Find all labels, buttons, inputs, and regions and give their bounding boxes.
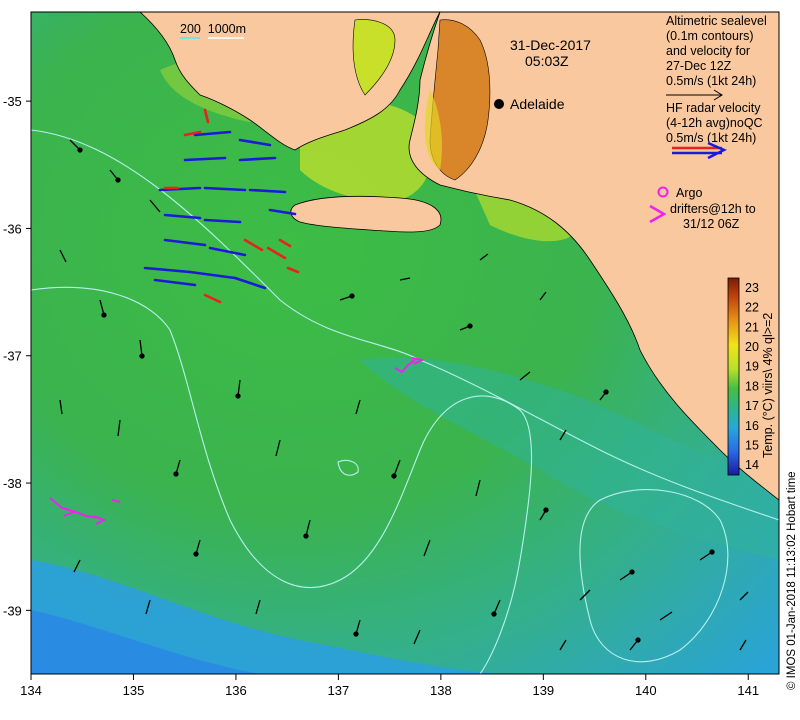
legend-hf-line-3: 0.5m/s (1kt 24h) bbox=[666, 131, 756, 145]
x-tick-label: 134 bbox=[20, 683, 42, 698]
y-tick-label: -38 bbox=[3, 476, 22, 491]
city-label: Adelaide bbox=[510, 96, 565, 112]
legend-hf-line-1: HF radar velocity bbox=[666, 101, 761, 115]
time-label: 05:03Z bbox=[525, 53, 569, 69]
credit-text: © IMOS 01-Jan-2018 11:13:02 Hobart time bbox=[786, 471, 798, 690]
colorbar-tick-label: 15 bbox=[745, 438, 759, 452]
adelaide-marker bbox=[494, 99, 504, 109]
legend-altimetric-line-3: and velocity for bbox=[666, 44, 750, 58]
x-tick-label: 138 bbox=[430, 683, 452, 698]
colorbar-gradient bbox=[727, 277, 740, 476]
colorbar-tick-label: 18 bbox=[745, 379, 759, 393]
x-tick-label: 135 bbox=[123, 683, 145, 698]
legend-altimetric-line-2: (0.1m contours) bbox=[666, 29, 754, 43]
legend-altimetric-line-4: 27-Dec 12Z bbox=[666, 59, 732, 73]
colorbar-tick-label: 20 bbox=[745, 340, 759, 354]
colorbar-label: Temp. (°C) viirs\ 4% ql>=2 bbox=[761, 313, 775, 458]
colorbar-tick-label: 21 bbox=[745, 320, 759, 334]
legend-altimetric-line-1: Altimetric sealevel bbox=[666, 14, 767, 28]
colorbar-tick-label: 14 bbox=[745, 458, 759, 472]
sst-map: Adelaide 31-Dec-2017 05:03Z 200 1000m Al… bbox=[3, 11, 798, 698]
y-tick-label: -37 bbox=[3, 349, 22, 364]
x-tick-label: 141 bbox=[737, 683, 759, 698]
y-tick-label: -39 bbox=[3, 603, 22, 618]
y-tick-label: -36 bbox=[3, 221, 22, 236]
date-label: 31-Dec-2017 bbox=[510, 37, 591, 53]
legend-hf-line-2: (4-12h avg)noQC bbox=[666, 116, 763, 130]
colorbar-tick-label: 17 bbox=[745, 399, 759, 413]
x-tick-label: 136 bbox=[225, 683, 247, 698]
contour-key-label: 200 1000m bbox=[180, 22, 246, 36]
legend-altimetric-line-5: 0.5m/s (1kt 24h) bbox=[666, 74, 756, 88]
x-tick-label: 140 bbox=[635, 683, 657, 698]
colorbar-tick-label: 16 bbox=[745, 419, 759, 433]
legend-argo-label: Argo bbox=[676, 186, 702, 200]
x-tick-label: 139 bbox=[532, 683, 554, 698]
x-axis: 134 135 136 137 138 139 140 141 bbox=[20, 674, 759, 698]
legend-drifter-line-2: 31/12 06Z bbox=[683, 217, 740, 231]
y-axis: -35 -36 -37 -38 -39 bbox=[3, 94, 31, 618]
colorbar-tick-label: 23 bbox=[745, 281, 759, 295]
x-tick-label: 137 bbox=[328, 683, 350, 698]
legend-drifter-line-1: drifters@12h to bbox=[670, 202, 756, 216]
colorbar-tick-label: 22 bbox=[745, 301, 759, 315]
y-tick-label: -35 bbox=[3, 94, 22, 109]
colorbar-tick-label: 19 bbox=[745, 360, 759, 374]
